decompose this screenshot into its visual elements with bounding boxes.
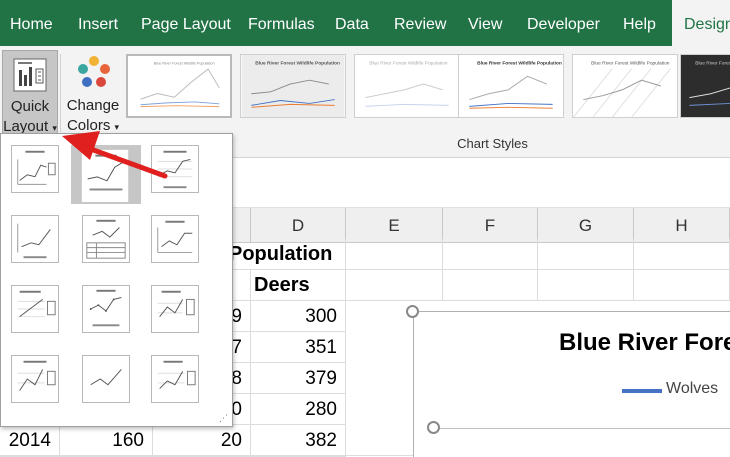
chart-style-4[interactable]: Blue River Forest Wildlife Population (458, 54, 564, 118)
svg-text:Blue River Forest Wildlife Pop: Blue River Forest Wildlife Population (591, 61, 670, 67)
cell[interactable] (346, 239, 443, 270)
layout-12[interactable] (151, 355, 199, 403)
tab-insert[interactable]: Insert (78, 0, 118, 50)
dropdown-caret-icon: ▾ (114, 122, 120, 132)
chart-style-6[interactable]: Blue River Forest Wildlife Population (680, 54, 730, 118)
cell-d-row2[interactable]: 351 (251, 332, 346, 363)
cell[interactable] (443, 239, 538, 270)
tab-page-layout[interactable]: Page Layout (141, 0, 231, 50)
column-header-g[interactable]: G (538, 208, 634, 243)
cell[interactable] (538, 239, 634, 270)
tab-view[interactable]: View (468, 0, 502, 50)
layout-8[interactable] (82, 285, 130, 333)
chart-style-3[interactable]: Blue River Forest Wildlife Population (354, 54, 460, 118)
ribbon-separator (60, 54, 61, 132)
color-palette-icon (78, 56, 110, 87)
cell-d-row3[interactable]: 379 (251, 363, 346, 394)
quick-layout-button[interactable]: Quick Layout ▾ (2, 50, 58, 135)
column-header-f[interactable]: F (443, 208, 538, 243)
layout-6[interactable] (151, 215, 199, 263)
legend-wolves-swatch (622, 389, 662, 393)
cell-b-row6[interactable]: 180 (60, 450, 153, 457)
layout-1[interactable] (11, 145, 59, 193)
cell[interactable] (443, 270, 538, 301)
svg-text:Blue River Forest Wildlife Pop: Blue River Forest Wildlife Population (255, 61, 340, 67)
tab-review[interactable]: Review (394, 0, 446, 50)
layout-2[interactable] (71, 145, 141, 204)
dropdown-caret-icon: ▾ (52, 123, 57, 133)
chart-style-1[interactable]: Blue River Forest Wildlife Population (126, 54, 232, 118)
cell[interactable] (538, 270, 634, 301)
chart-styles-group-label: Chart Styles (457, 136, 528, 151)
tab-design[interactable]: Design (672, 0, 730, 50)
cell-a-row6[interactable]: 2015 (0, 450, 60, 457)
tab-developer[interactable]: Developer (527, 0, 600, 50)
layout-11[interactable] (82, 355, 130, 403)
tab-home[interactable]: Home (10, 0, 53, 50)
layout-7[interactable] (11, 285, 59, 333)
layout-4[interactable] (11, 215, 59, 263)
excel-window: Home Insert Page Layout Formulas Data Re… (0, 0, 730, 457)
cell-c-row6[interactable]: 41 (153, 450, 251, 457)
chart-style-thumb-title: Blue River Forest Wildlife Population (154, 61, 215, 65)
cell[interactable] (634, 270, 730, 301)
chart-resize-handle[interactable] (406, 305, 419, 318)
resize-grip-icon[interactable]: ⋰ (219, 413, 228, 424)
svg-text:Blue River Forest Wildlife Pop: Blue River Forest Wildlife Population (695, 61, 730, 67)
layout-3[interactable] (151, 145, 199, 193)
quick-layout-label-1: Quick (10, 98, 50, 115)
column-header-d[interactable]: D (251, 208, 346, 243)
ribbon-tabs: Home Insert Page Layout Formulas Data Re… (0, 0, 730, 50)
layout-10[interactable] (11, 355, 59, 403)
cell-d-row1[interactable]: 300 (251, 301, 346, 332)
layout-9[interactable] (151, 285, 199, 333)
svg-text:Blue River Forest Wildlife Pop: Blue River Forest Wildlife Population (369, 61, 448, 67)
cell-d-row4[interactable]: 280 (251, 394, 346, 425)
layout-5[interactable] (82, 215, 130, 263)
cell-header-deers[interactable]: Deers (251, 270, 346, 301)
svg-text:Blue River Forest Wildlife Pop: Blue River Forest Wildlife Population (477, 61, 562, 67)
quick-layout-gallery: ⋰ (0, 133, 233, 427)
column-header-h[interactable]: H (634, 208, 730, 243)
change-colors-button[interactable]: Change Colors ▾ (62, 50, 124, 134)
tab-data[interactable]: Data (335, 0, 369, 50)
chart-title[interactable]: Blue River Fore (559, 329, 730, 357)
column-header-e[interactable]: E (346, 208, 443, 243)
change-colors-label-1: Change (66, 97, 120, 114)
plot-area-border (434, 428, 730, 429)
tab-formulas[interactable]: Formulas (248, 0, 315, 50)
chart-style-5[interactable]: Blue River Forest Wildlife Population (572, 54, 678, 118)
chart-object[interactable]: Blue River Fore Wolves (413, 311, 730, 457)
cell[interactable] (634, 239, 730, 270)
quick-layout-icon (13, 58, 47, 92)
plot-resize-handle[interactable] (427, 421, 440, 434)
tab-help[interactable]: Help (623, 0, 656, 50)
legend-wolves-label[interactable]: Wolves (666, 380, 718, 398)
chart-style-2[interactable]: Blue River Forest Wildlife Population (240, 54, 346, 118)
cell[interactable] (346, 270, 443, 301)
cell-d-row6[interactable]: 400 (251, 450, 346, 457)
